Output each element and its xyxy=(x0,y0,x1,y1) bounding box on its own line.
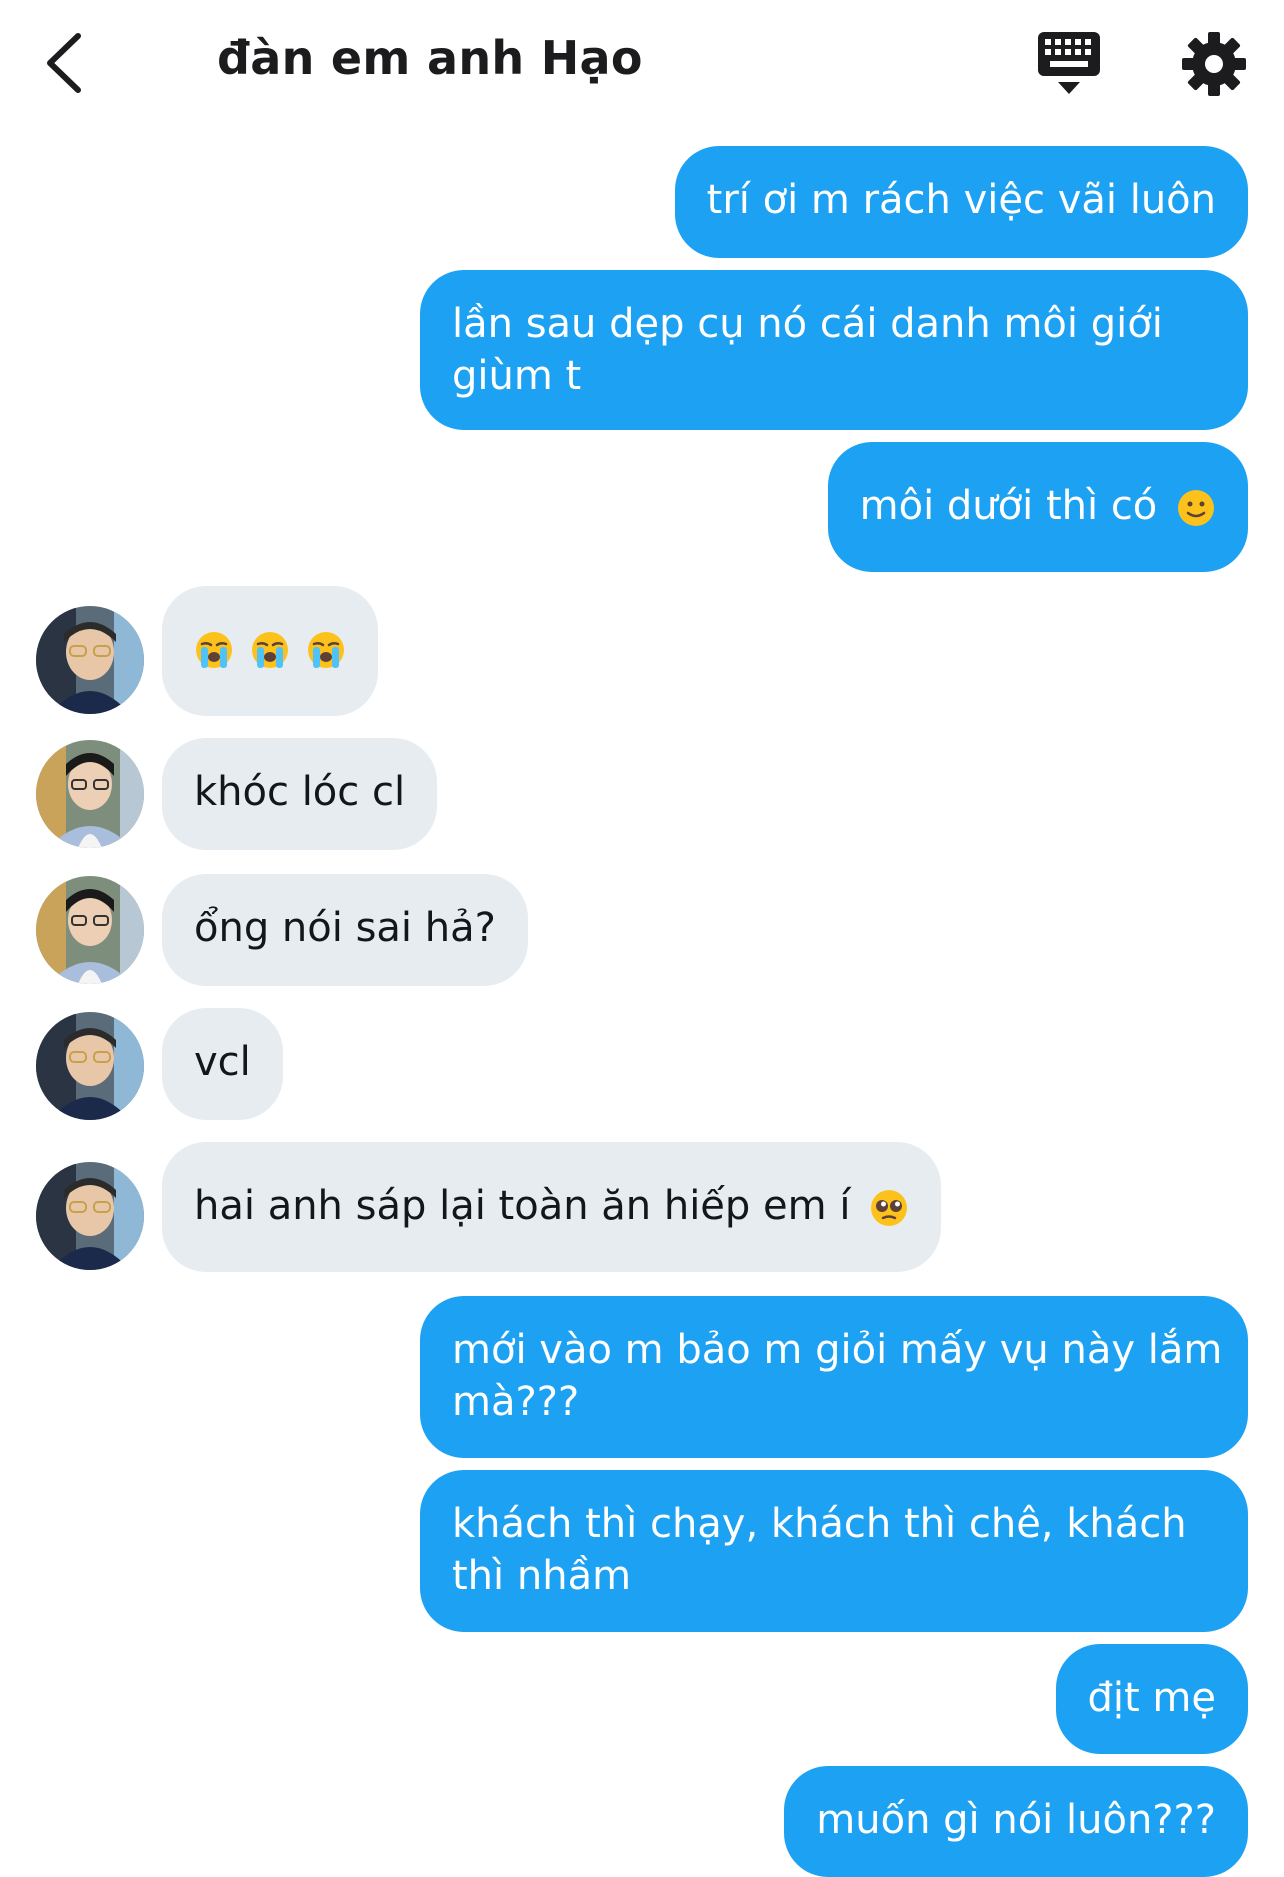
avatar[interactable] xyxy=(36,1162,144,1270)
settings-button[interactable] xyxy=(1180,30,1248,98)
conversation-title: đàn em anh Hạo xyxy=(217,31,643,85)
message-bubble-incoming[interactable]: ổng nói sai hả? xyxy=(162,874,528,986)
emoji-row xyxy=(194,624,346,676)
chevron-left-icon xyxy=(47,33,81,93)
keyboard-icon xyxy=(1038,32,1100,94)
message-text: giùm t xyxy=(452,353,582,399)
message-text: môi dưới thì có xyxy=(859,483,1158,529)
message-bubble-incoming[interactable]: khóc lóc cl xyxy=(162,738,438,850)
message-text: vcl xyxy=(194,1039,251,1085)
avatar[interactable] xyxy=(36,606,144,714)
message-bubble-outgoing[interactable]: muốn gì nói luôn??? xyxy=(784,1766,1248,1877)
message-bubble-incoming[interactable]: vcl xyxy=(162,1008,283,1120)
message-bubble-outgoing[interactable]: địt mẹ xyxy=(1055,1644,1248,1754)
chat-header: đàn em anh Hạo xyxy=(0,0,1284,128)
message-bubble-outgoing[interactable]: trí ơi m rách việc vãi luôn xyxy=(674,146,1248,258)
message-text: lần sau dẹp cụ nó cái danh môi giới xyxy=(452,301,1163,347)
message-text: khóc lóc cl xyxy=(194,769,406,815)
message-bubble-outgoing[interactable]: lần sau dẹp cụ nó cái danh môi giới giùm… xyxy=(420,270,1248,430)
message-text: muốn gì nói luôn??? xyxy=(816,1797,1216,1843)
gear-icon xyxy=(1182,32,1246,96)
loudly-crying-face-emoji xyxy=(308,632,344,668)
pleading-face-emoji xyxy=(871,1190,908,1226)
message-bubble-incoming[interactable]: hai anh sáp lại toàn ăn hiếp em í xyxy=(162,1142,942,1272)
loudly-crying-face-emoji xyxy=(196,632,232,668)
message-text: mà??? xyxy=(452,1379,580,1425)
avatar[interactable] xyxy=(36,876,144,984)
message-bubble-incoming[interactable] xyxy=(162,586,378,716)
message-bubble-outgoing[interactable]: môi dưới thì có xyxy=(827,442,1248,572)
message-text: địt mẹ xyxy=(1087,1675,1216,1721)
message-bubble-outgoing[interactable]: mới vào m bảo m giỏi mấy vụ này lắm mà??… xyxy=(420,1296,1248,1458)
loudly-crying-face-emoji xyxy=(252,632,288,668)
message-text: mới vào m bảo m giỏi mấy vụ này lắm xyxy=(452,1327,1223,1373)
message-bubble-outgoing[interactable]: khách thì chạy, khách thì chê, khách thì… xyxy=(420,1470,1248,1632)
slightly-smiling-face-emoji xyxy=(1178,490,1214,526)
message-text: thì nhầm xyxy=(452,1553,632,1599)
message-text: khách thì chạy, khách thì chê, khách xyxy=(452,1501,1187,1547)
avatar[interactable] xyxy=(36,740,144,848)
message-text: hai anh sáp lại toàn ăn hiếp em í xyxy=(194,1183,851,1229)
message-text: trí ơi m rách việc vãi luôn xyxy=(706,177,1216,223)
keyboard-button[interactable] xyxy=(1036,30,1102,98)
avatar[interactable] xyxy=(36,1012,144,1120)
back-button[interactable] xyxy=(38,28,90,98)
message-text: ổng nói sai hả? xyxy=(194,905,496,951)
